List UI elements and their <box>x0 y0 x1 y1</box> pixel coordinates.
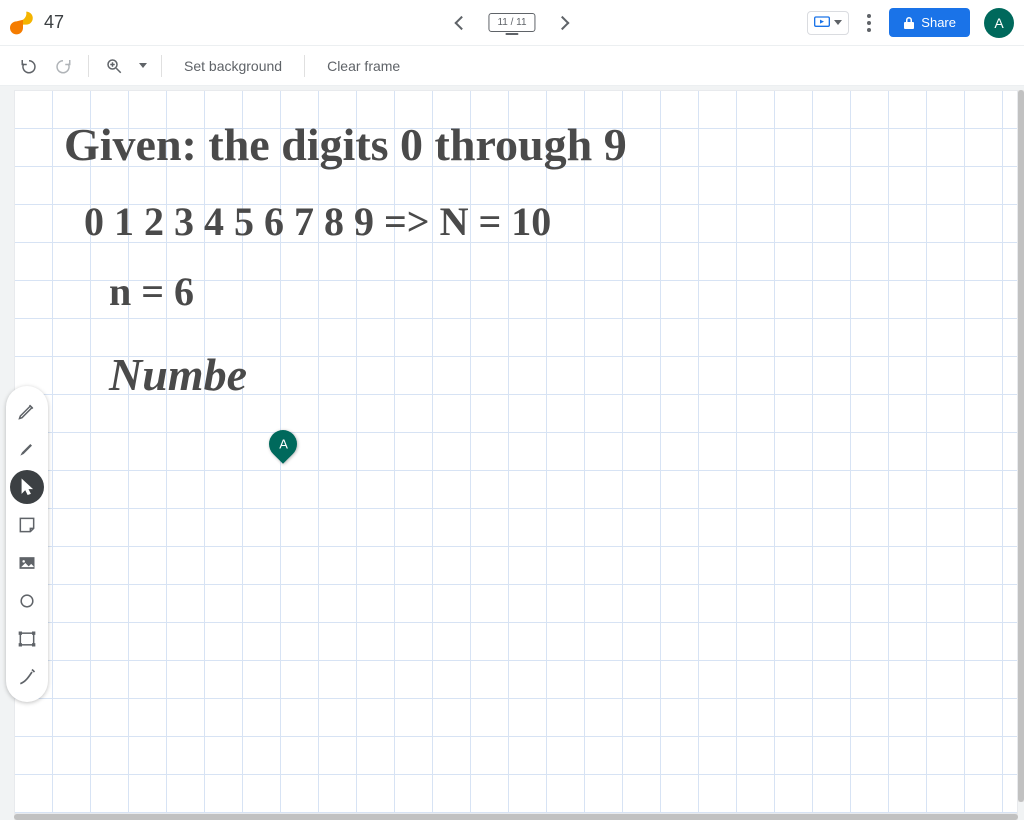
circle-icon <box>17 591 37 611</box>
image-icon <box>17 553 37 573</box>
handwriting-layer: Given: the digits 0 through 9 0 1 2 3 4 … <box>14 90 1014 820</box>
prev-frame-button[interactable] <box>454 15 468 29</box>
zoom-button[interactable] <box>99 51 129 81</box>
vertical-scrollbar[interactable] <box>1018 90 1024 802</box>
toolbar-divider <box>161 55 162 77</box>
undo-icon <box>20 57 38 75</box>
collaborator-presence-cursor: A <box>269 430 299 470</box>
jamboard-canvas[interactable]: Given: the digits 0 through 9 0 1 2 3 4 … <box>14 90 1018 814</box>
lock-icon <box>903 16 915 30</box>
image-tool[interactable] <box>10 546 44 580</box>
sticky-note-icon <box>17 515 37 535</box>
app-header: 47 11 / 11 Share A <box>0 0 1024 46</box>
horizontal-scrollbar[interactable] <box>14 814 1018 820</box>
account-avatar[interactable]: A <box>984 8 1014 38</box>
next-frame-button[interactable] <box>555 15 569 29</box>
clear-frame-button[interactable]: Clear frame <box>315 58 412 74</box>
handwriting-line-4: Numbe <box>108 349 247 400</box>
highlighter-icon <box>17 439 37 459</box>
highlighter-tool[interactable] <box>10 432 44 466</box>
laser-icon <box>17 667 37 687</box>
share-button[interactable]: Share <box>889 8 970 37</box>
laser-tool[interactable] <box>10 660 44 694</box>
more-options-button[interactable] <box>863 10 875 36</box>
pen-icon <box>17 401 37 421</box>
presence-pin-icon: A <box>263 424 303 464</box>
pen-tool[interactable] <box>10 394 44 428</box>
sticky-note-tool[interactable] <box>10 508 44 542</box>
frame-navigator: 11 / 11 <box>456 13 567 32</box>
redo-button[interactable] <box>48 51 78 81</box>
document-title[interactable]: 47 <box>44 12 64 33</box>
drawing-tools-panel <box>6 386 48 702</box>
undo-button[interactable] <box>14 51 44 81</box>
zoom-icon <box>105 57 123 75</box>
shape-tool[interactable] <box>10 584 44 618</box>
handwriting-line-2: 0 1 2 3 4 5 6 7 8 9 => N = 10 <box>84 199 551 244</box>
text-box-tool[interactable] <box>10 622 44 656</box>
present-icon <box>814 16 830 30</box>
jamboard-logo-icon <box>10 10 36 36</box>
share-button-label: Share <box>921 15 956 30</box>
pointer-icon <box>17 477 37 497</box>
present-dropdown-caret-icon <box>834 20 842 25</box>
logo-title-group: 47 <box>10 10 64 36</box>
header-right-group: Share A <box>807 8 1014 38</box>
set-background-button[interactable]: Set background <box>172 58 294 74</box>
handwriting-line-1: Given: the digits 0 through 9 <box>64 119 627 170</box>
toolbar-divider <box>304 55 305 77</box>
zoom-dropdown-caret-icon[interactable] <box>139 63 147 68</box>
redo-icon <box>54 57 72 75</box>
frame-counter-badge[interactable]: 11 / 11 <box>488 13 535 32</box>
canvas-stage: Given: the digits 0 through 9 0 1 2 3 4 … <box>0 86 1024 820</box>
select-tool[interactable] <box>10 470 44 504</box>
handwriting-line-3: n = 6 <box>109 269 194 314</box>
presence-letter: A <box>279 437 288 452</box>
secondary-toolbar: Set background Clear frame <box>0 46 1024 86</box>
vertical-scrollbar-thumb[interactable] <box>1018 90 1024 802</box>
present-button[interactable] <box>807 11 849 35</box>
text-box-icon <box>17 629 37 649</box>
horizontal-scrollbar-thumb[interactable] <box>14 814 1018 820</box>
toolbar-divider <box>88 55 89 77</box>
